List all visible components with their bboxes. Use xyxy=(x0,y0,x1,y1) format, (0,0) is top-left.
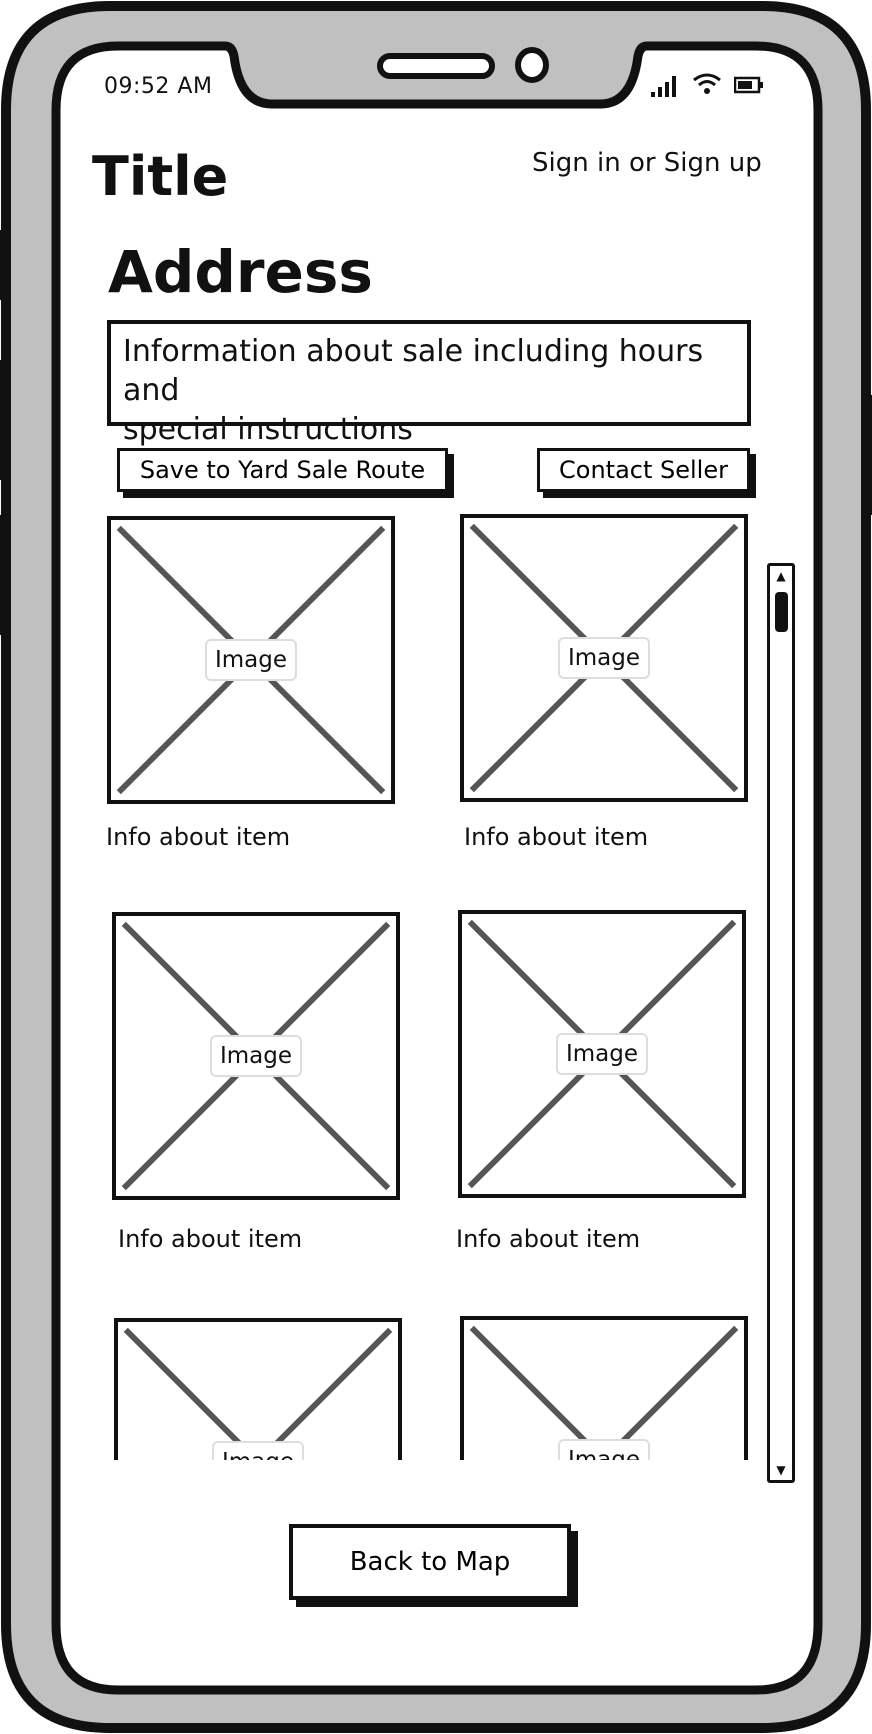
save-to-route-button[interactable]: Save to Yard Sale Route xyxy=(117,448,448,492)
wifi-icon xyxy=(693,73,721,94)
sale-info-box: Information about sale including hours a… xyxy=(107,320,751,447)
scrollbar[interactable]: ▲ ▼ xyxy=(767,563,795,1483)
image-label: Image xyxy=(209,1035,303,1077)
image-label: Image xyxy=(557,637,651,679)
item-image[interactable]: Image xyxy=(458,910,746,1198)
item-grid: Image Info about item Image Info about i… xyxy=(100,505,760,1460)
sale-info-line2: special instructions xyxy=(123,412,413,447)
scroll-up-icon[interactable]: ▲ xyxy=(770,567,792,585)
app-title: Title xyxy=(92,145,229,208)
image-placeholder-icon xyxy=(123,1327,393,1460)
item-info: Info about item xyxy=(106,823,291,851)
item-image[interactable]: Image xyxy=(460,514,748,802)
scroll-down-icon[interactable]: ▼ xyxy=(770,1461,792,1479)
image-label: Image xyxy=(204,639,298,681)
item-image[interactable]: Image xyxy=(114,1318,402,1460)
sale-info-line1: Information about sale including hours a… xyxy=(123,334,704,408)
status-time: 09:52 AM xyxy=(104,74,213,99)
item-image[interactable]: Image xyxy=(460,1316,748,1460)
item-image[interactable]: Image xyxy=(112,912,400,1200)
scroll-thumb[interactable] xyxy=(775,592,788,632)
back-to-map-button[interactable]: Back to Map xyxy=(289,1524,571,1600)
image-label: Image xyxy=(555,1033,649,1075)
sign-in-link[interactable]: Sign in or Sign up xyxy=(532,148,762,178)
battery-icon xyxy=(734,76,763,94)
sale-address: Address xyxy=(108,238,373,306)
image-label: Image xyxy=(557,1439,651,1460)
image-label: Image xyxy=(211,1441,305,1460)
contact-seller-button[interactable]: Contact Seller xyxy=(537,448,750,492)
item-image[interactable]: Image xyxy=(107,516,395,804)
item-info: Info about item xyxy=(118,1225,303,1253)
item-info: Info about item xyxy=(464,823,649,851)
signal-icon xyxy=(651,76,676,97)
item-info: Info about item xyxy=(456,1225,641,1253)
